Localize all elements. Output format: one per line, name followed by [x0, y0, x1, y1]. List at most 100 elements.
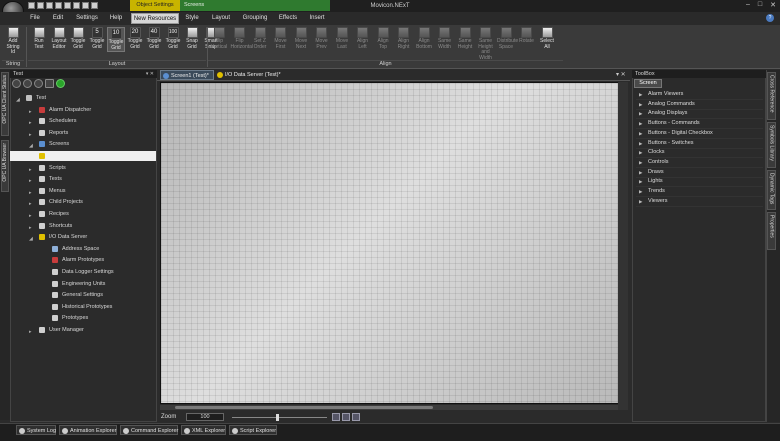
- tree-item[interactable]: ▸ User Manager: [10, 325, 156, 335]
- layout-editor-button[interactable]: Layout Editor: [50, 27, 68, 50]
- toolbox-category[interactable]: ▶ Trends: [636, 187, 763, 197]
- vertical-scrollbar[interactable]: [618, 82, 628, 410]
- panel-controls[interactable]: ▾ ✕: [146, 70, 154, 78]
- tree-item[interactable]: ▸ Texts: [10, 174, 156, 184]
- tree-expander-icon[interactable]: ▸: [29, 107, 32, 117]
- left-dock-tab-opc-ua-browser[interactable]: OPC UA Browser: [1, 140, 9, 192]
- tree-item[interactable]: ▸ Schedulers: [10, 116, 156, 126]
- tree-item[interactable]: General Settings: [10, 290, 156, 300]
- cut-icon[interactable]: [64, 2, 71, 9]
- toolbox-category[interactable]: ▶ Viewers: [636, 197, 763, 207]
- snap-grid-button[interactable]: Snap Grid: [183, 27, 201, 50]
- align-button-9[interactable]: Align Right: [395, 27, 413, 50]
- tree-item[interactable]: Prototypes: [10, 313, 156, 323]
- tree-item[interactable]: Data Logger Settings: [10, 267, 156, 277]
- tree-item[interactable]: Historical Prototypes: [10, 302, 156, 312]
- copy-icon[interactable]: [73, 2, 80, 9]
- tree-item[interactable]: ▸ Reports: [10, 128, 156, 138]
- tree-item[interactable]: ◢ I/O Data Server: [10, 232, 156, 242]
- toggle-grid-40-button[interactable]: 40 Toggle Grid: [145, 27, 163, 50]
- status-tab-script-explorer[interactable]: Script Explorer: [229, 425, 277, 435]
- screen-canvas[interactable]: [160, 82, 628, 404]
- open-icon[interactable]: [37, 2, 44, 9]
- right-dock-tab-cross-reference[interactable]: Cross Reference: [767, 72, 776, 120]
- toolbox-category[interactable]: ▶ Analog Displays: [636, 109, 763, 120]
- menu-grouping[interactable]: Grouping: [241, 13, 269, 24]
- tree-expander-icon[interactable]: ▸: [29, 223, 32, 233]
- paste-icon[interactable]: [82, 2, 89, 9]
- save-icon[interactable]: [28, 2, 35, 9]
- fit-screen-icon[interactable]: [332, 413, 340, 421]
- document-controls[interactable]: ▾ ✕: [616, 71, 626, 78]
- align-button-6[interactable]: Move Last: [333, 27, 351, 50]
- tree-item[interactable]: ▸ Shortcuts: [10, 221, 156, 231]
- align-button-16[interactable]: Select All: [538, 27, 556, 50]
- tree-item[interactable]: Engineering Units: [10, 279, 156, 289]
- tree-expander-icon[interactable]: ▸: [29, 211, 32, 221]
- tree-item[interactable]: ◢ Test: [10, 93, 156, 103]
- toggle-grid-100-button[interactable]: 100 Toggle Grid: [164, 27, 182, 50]
- toolbox-category[interactable]: ▶ Clocks: [636, 148, 763, 159]
- align-button-2[interactable]: Set Z Order: [251, 27, 269, 50]
- tree-item[interactable]: Alarm Prototypes: [10, 255, 156, 265]
- tree-item[interactable]: ▸ Alarm Dispatcher: [10, 105, 156, 115]
- run-green-icon[interactable]: [56, 79, 65, 88]
- align-button-8[interactable]: Align Top: [374, 27, 392, 50]
- zoom-input[interactable]: 100: [186, 413, 224, 421]
- left-dock-tab-opc-ua-client-status[interactable]: OPC UA Client Status: [1, 72, 9, 136]
- properties-icon[interactable]: [34, 79, 43, 88]
- align-button-4[interactable]: Move Next: [292, 27, 310, 50]
- menu-file[interactable]: File: [26, 13, 44, 24]
- tree-item[interactable]: ▸ Recipes: [10, 209, 156, 219]
- toolbox-category[interactable]: ▶ Analog Commands: [636, 100, 763, 110]
- menu-insert[interactable]: Insert: [307, 13, 327, 24]
- align-button-12[interactable]: Same Height: [456, 27, 474, 50]
- toolbox-category[interactable]: ▶ Lights: [636, 177, 763, 188]
- align-button-3[interactable]: Move First: [272, 27, 290, 50]
- menu-settings[interactable]: Settings: [75, 13, 99, 24]
- doc-tab-io-data-server[interactable]: I/O Data Server (Test)*: [215, 70, 295, 80]
- tree-item[interactable]: ▸ Child Projects: [10, 197, 156, 207]
- close-icon[interactable]: ✕: [770, 1, 776, 9]
- tree-expander-icon[interactable]: ▸: [29, 327, 32, 337]
- delete-icon[interactable]: [23, 79, 32, 88]
- toolbox-category[interactable]: ▶ Buttons - Digital Checkbox: [636, 129, 763, 139]
- right-dock-tab-symbols-library[interactable]: Symbols Library: [767, 122, 776, 168]
- align-button-5[interactable]: Move Prev: [313, 27, 331, 50]
- tree-expander-icon[interactable]: ▸: [29, 199, 32, 209]
- align-button-13[interactable]: Same Height and Width: [477, 27, 495, 61]
- tree-item[interactable]: [10, 151, 156, 161]
- right-dock-tab-properties[interactable]: Properties: [767, 212, 776, 250]
- toggle-grid-5-button[interactable]: 5 Toggle Grid: [88, 27, 106, 50]
- toolbox-category[interactable]: ▶ Buttons - Switches: [636, 139, 763, 149]
- align-button-7[interactable]: Align Left: [354, 27, 372, 50]
- menu-style[interactable]: Style: [183, 13, 201, 24]
- new-item-icon[interactable]: [45, 79, 54, 88]
- toolbox-category[interactable]: ▶ Controls: [636, 158, 763, 168]
- tree-expander-icon[interactable]: ▸: [29, 118, 32, 128]
- zoom-slider-knob[interactable]: [275, 414, 279, 421]
- tree-expander-icon[interactable]: ◢: [29, 234, 33, 244]
- undo-icon[interactable]: [91, 2, 98, 9]
- maximize-icon[interactable]: □: [758, 1, 762, 9]
- toggle-grid-10-button[interactable]: 10 Toggle Grid: [107, 27, 125, 52]
- doc-tab-screen1[interactable]: Screen1 (Test)*: [160, 70, 214, 80]
- status-tab-xml-explorer[interactable]: XML Explorer: [181, 425, 226, 435]
- horizontal-scroll-thumb[interactable]: [175, 406, 433, 409]
- tree-expander-icon[interactable]: ▸: [29, 176, 32, 186]
- toolbox-category[interactable]: ▶ Alarm Viewers: [636, 90, 763, 100]
- tree-expander-icon[interactable]: ◢: [29, 141, 33, 151]
- toolbox-category[interactable]: ▶ Buttons - Commands: [636, 119, 763, 130]
- menu-edit[interactable]: Edit: [50, 13, 66, 24]
- zoom-slider[interactable]: [232, 417, 327, 418]
- tree-expander-icon[interactable]: ▸: [29, 165, 32, 175]
- save-all-icon[interactable]: [46, 2, 53, 9]
- status-tab-animation-explorer[interactable]: Animation Explorer: [59, 425, 117, 435]
- minimize-icon[interactable]: –: [746, 1, 750, 9]
- help-icon[interactable]: ?: [766, 14, 774, 22]
- menu-help[interactable]: Help: [108, 13, 124, 24]
- tree-item[interactable]: ◢ Screens: [10, 139, 156, 149]
- status-tab-command-explorer[interactable]: Command Explorer: [120, 425, 178, 435]
- align-button-0[interactable]: Flip Vertical: [210, 27, 228, 50]
- print-icon[interactable]: [55, 2, 62, 9]
